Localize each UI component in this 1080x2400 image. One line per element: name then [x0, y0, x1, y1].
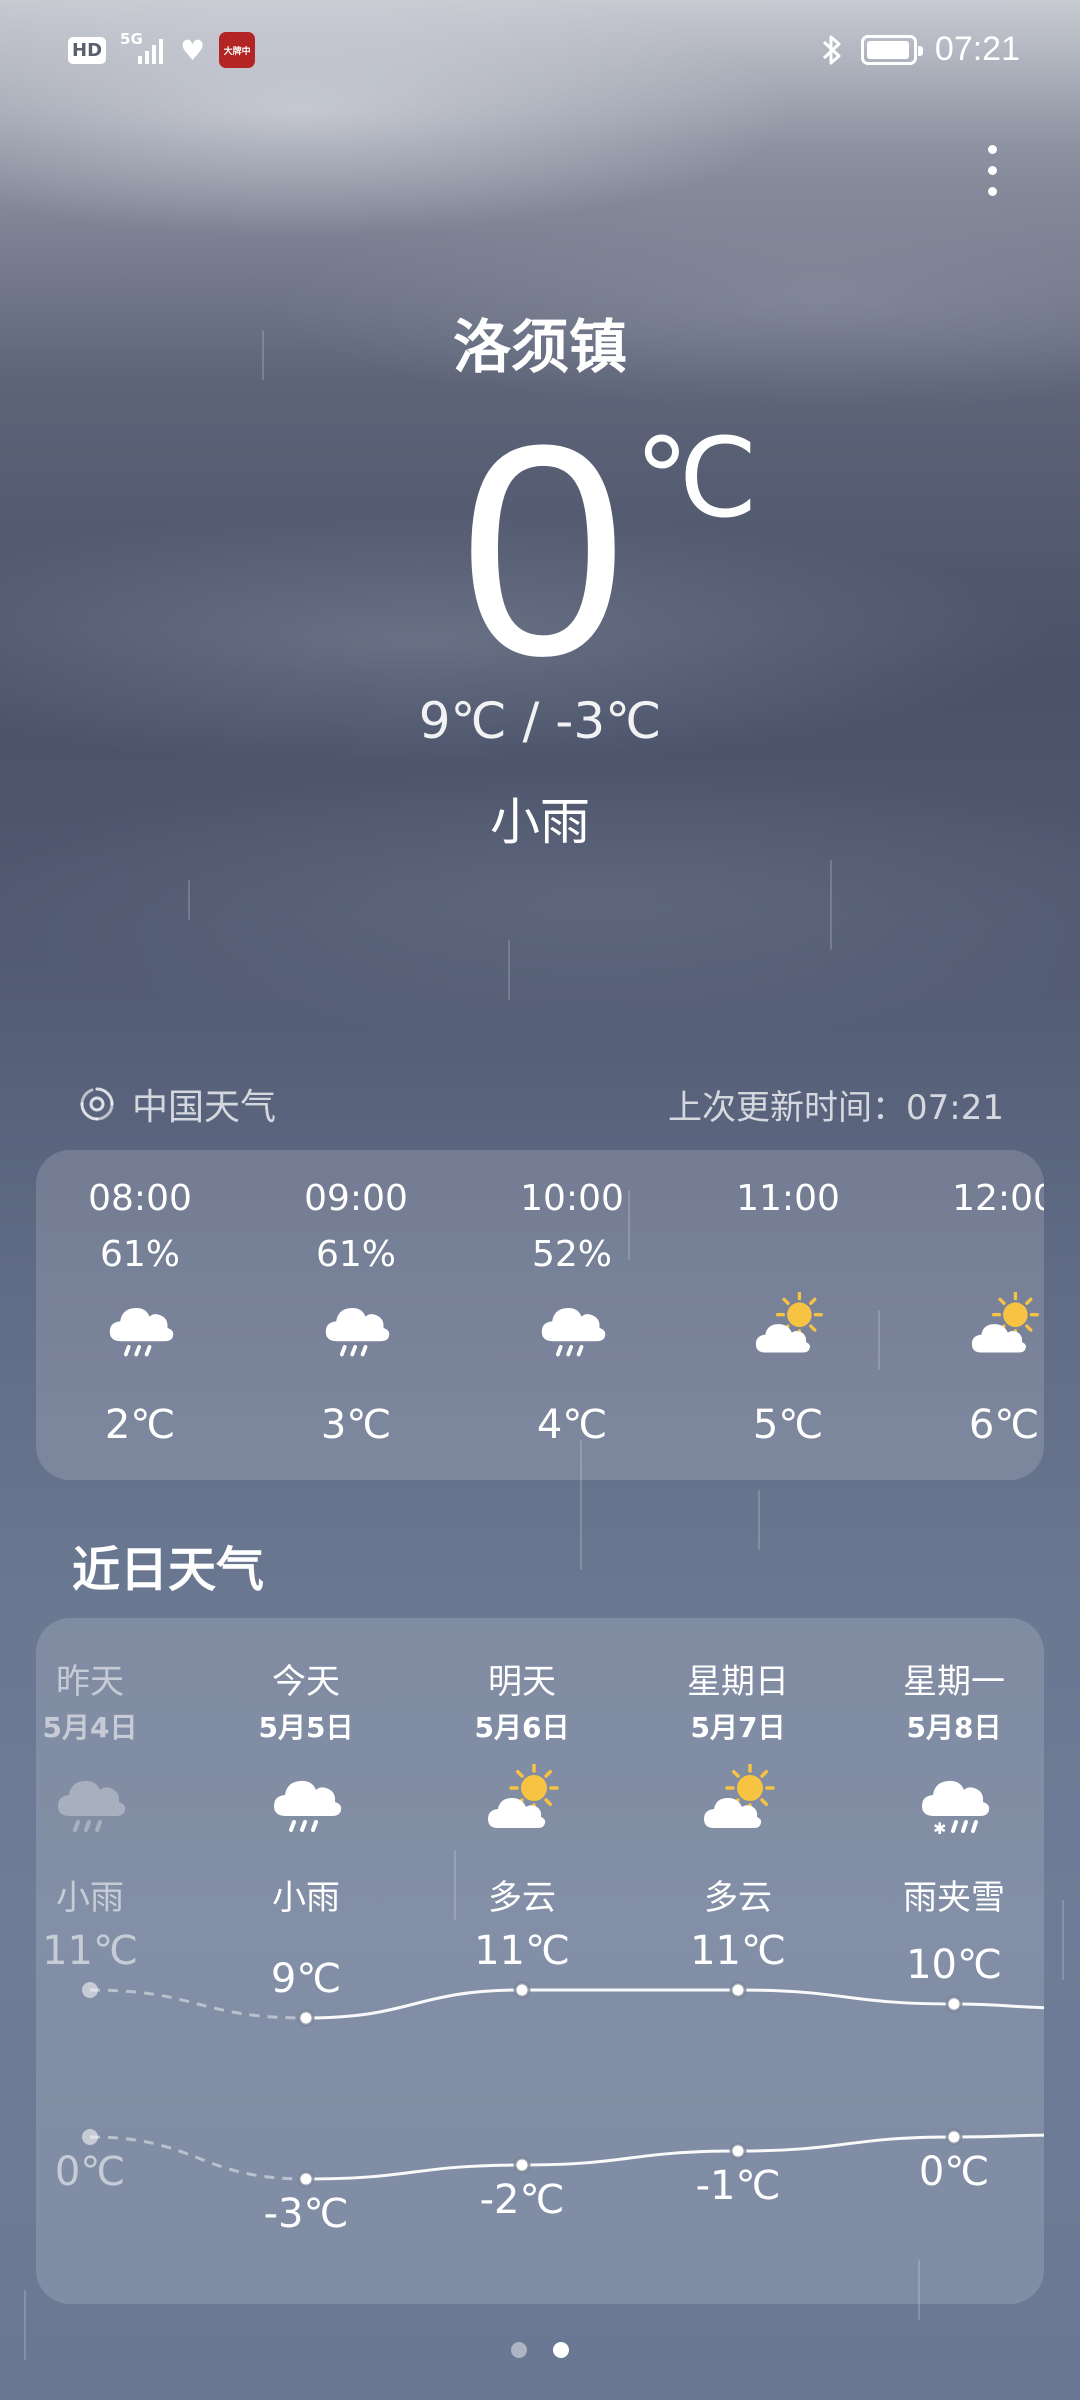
cloud-rain-icon [320, 1292, 394, 1362]
precip-chance: 61% [99, 1234, 180, 1275]
weather-provider[interactable]: 中国天气 [78, 1078, 276, 1130]
precip-chance: 61% [315, 1234, 396, 1275]
city-name[interactable]: 洛须镇 [0, 300, 1080, 384]
current-temp-value: 0 [459, 382, 627, 718]
day-date: 5月4日 [42, 1711, 138, 1744]
daily-forecast-card[interactable]: 昨天 5月4日 小雨 今天 5月5日 小雨 明天 5月6日 多云 星期日 5月7… [36, 1618, 1044, 2304]
hour-temp: 3℃ [320, 1402, 392, 1448]
temp-unit: ℃ [634, 417, 758, 540]
high-temp-label: 10℃ [906, 1942, 1002, 1988]
status-bar: HD 5G ♥ 大牌中 07:21 [0, 0, 1080, 104]
high-temp-label: 11℃ [474, 1928, 570, 1974]
app-notification-icon: 大牌中 [219, 32, 256, 68]
dot-icon [987, 144, 997, 154]
hour-time: 08:00 [88, 1178, 192, 1219]
day-date: 5月8日 [906, 1711, 1002, 1744]
day-name: 今天 [272, 1662, 340, 1702]
day-condition: 小雨 [272, 1878, 340, 1918]
day-name: 明天 [488, 1662, 556, 1702]
sleet-icon: ✱ [916, 1764, 994, 1838]
day-date: 5月7日 [690, 1711, 786, 1744]
day-condition: 雨夹雪 [903, 1878, 1005, 1918]
low-temp-label: 0℃ [54, 2149, 126, 2195]
partly-sunny-icon [968, 1291, 1042, 1362]
day-date: 5月6日 [474, 1711, 570, 1744]
day-name: 昨天 [56, 1662, 124, 1702]
hour-time: 12:00 [952, 1178, 1044, 1219]
daily-forecast-title: 近日天气 [72, 1542, 265, 1598]
provider-name: 中国天气 [132, 1087, 277, 1128]
dot-icon [987, 186, 997, 196]
hourly-forecast-card[interactable]: 08:00 61% 2℃ 09:00 61% 3℃ 10:00 52% 4℃ 1… [36, 1150, 1044, 1480]
bluetooth-icon [822, 35, 841, 64]
page-indicator [0, 2342, 1080, 2358]
high-temp-label: 11℃ [690, 1928, 786, 1974]
last-updated: 上次更新时间：07:21 [668, 1088, 1004, 1128]
day-condition: 小雨 [56, 1878, 124, 1918]
svg-text:✱: ✱ [933, 1819, 946, 1838]
low-temp-point [945, 2128, 963, 2146]
temp-line [305, 1988, 1044, 2020]
high-temp-point [513, 1981, 531, 1999]
hour-time: 11:00 [736, 1178, 840, 1219]
day-name: 星期日 [687, 1662, 789, 1702]
low-temp-label: -3℃ [263, 2191, 349, 2237]
hour-time: 09:00 [304, 1178, 408, 1219]
battery-icon [860, 34, 923, 65]
hour-temp: 6℃ [968, 1402, 1040, 1448]
high-temp-label: 11℃ [42, 1928, 138, 1974]
provider-logo-icon [80, 1087, 114, 1121]
day-name: 星期一 [903, 1662, 1005, 1702]
day-condition: 多云 [488, 1878, 556, 1918]
network-type-label: 5G [120, 30, 143, 48]
health-heart-icon: ♥ [180, 33, 206, 67]
cloud-rain-icon [52, 1764, 130, 1838]
high-temp-point [82, 1982, 98, 1998]
temp-range: 9℃ / -3℃ [418, 692, 662, 750]
hour-time: 10:00 [520, 1178, 624, 1219]
page-dot[interactable] [553, 2342, 569, 2358]
cloud-rain-icon [536, 1292, 610, 1362]
signal-icon: 5G [120, 30, 166, 68]
dot-icon [987, 165, 997, 175]
low-temp-point [729, 2142, 747, 2160]
high-temp-point [945, 1995, 963, 2013]
page-dot[interactable] [511, 2342, 527, 2358]
high-temp-point [297, 2009, 315, 2027]
hour-temp: 2℃ [104, 1402, 176, 1448]
status-time: 07:21 [934, 30, 1020, 68]
partly-sunny-icon [484, 1763, 562, 1838]
partly-sunny-icon [752, 1291, 826, 1362]
low-temp-point [82, 2129, 98, 2145]
high-temp-point [729, 1981, 747, 1999]
current-temperature: 0 ℃ [0, 400, 1080, 700]
current-condition: 小雨 [490, 793, 590, 851]
low-temp-label: 0℃ [918, 2149, 990, 2195]
cloud-rain-icon [268, 1764, 346, 1838]
low-temp-point [513, 2156, 531, 2174]
precip-chance: 52% [531, 1234, 612, 1275]
hd-voice-icon: HD [68, 36, 107, 64]
partly-sunny-icon [700, 1763, 778, 1838]
low-temp-label: -1℃ [695, 2163, 781, 2209]
hour-temp: 5℃ [752, 1402, 824, 1448]
more-options-button[interactable] [970, 130, 1014, 210]
low-temp-point [297, 2170, 315, 2188]
low-temp-label: -2℃ [479, 2177, 565, 2223]
day-condition: 多云 [704, 1878, 772, 1918]
day-date: 5月5日 [258, 1711, 354, 1744]
hour-temp: 4℃ [536, 1402, 608, 1448]
high-temp-label: 9℃ [270, 1956, 342, 2002]
cloud-rain-icon [104, 1292, 178, 1362]
